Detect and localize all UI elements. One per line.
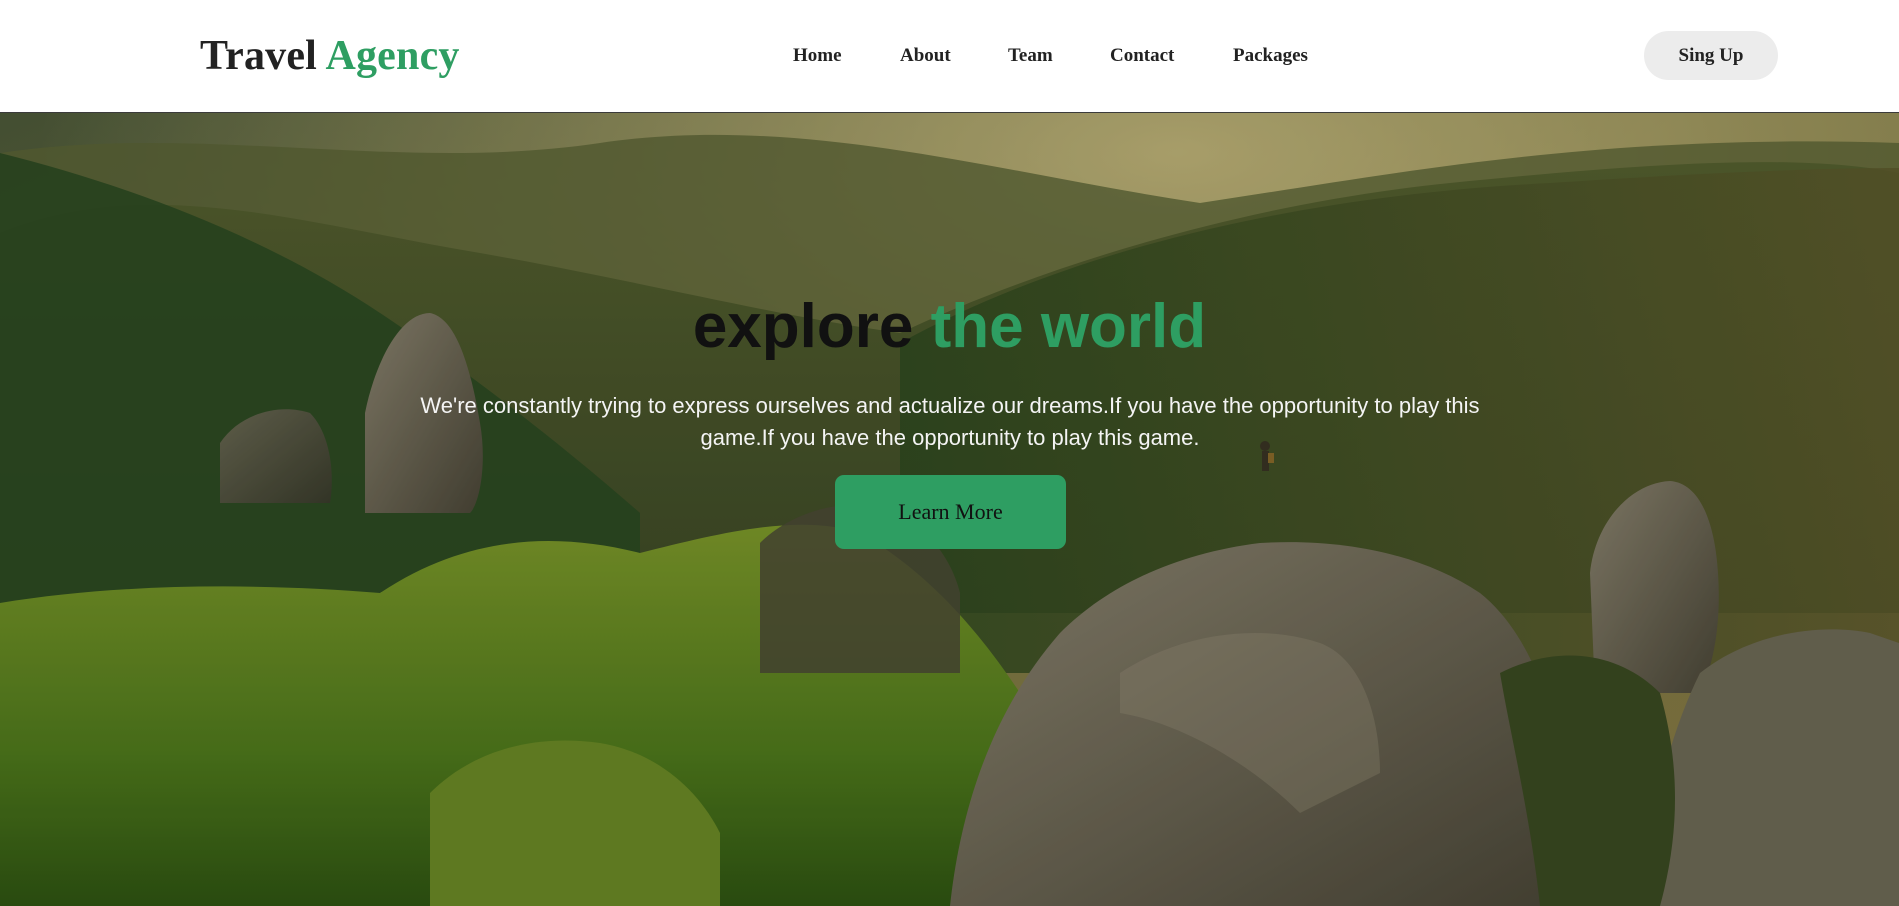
site-logo[interactable]: Travel Agency [200,30,460,82]
hero-content: explore the world We're constantly tryin… [0,113,1899,906]
nav-link-home[interactable]: Home [793,44,842,68]
nav-link-packages[interactable]: Packages [1233,44,1308,68]
signup-button[interactable]: Sing Up [1644,31,1778,80]
nav-link-contact[interactable]: Contact [1110,44,1174,68]
logo-main-text: Travel [200,33,318,79]
nav-link-about[interactable]: About [900,44,951,68]
hero-title-accent: the world [930,292,1207,361]
hero-description: We're constantly trying to express ourse… [420,393,1480,450]
hero-section: explore the world We're constantly tryin… [0,113,1899,906]
hero-title: explore the world [0,291,1899,363]
learn-more-button[interactable]: Learn More [835,475,1066,549]
logo-accent-text: Agency [325,33,460,79]
hero-title-main: explore [692,292,914,361]
nav-link-team[interactable]: Team [1008,44,1053,68]
site-header: Travel Agency Home About Team Contact Pa… [0,0,1899,113]
